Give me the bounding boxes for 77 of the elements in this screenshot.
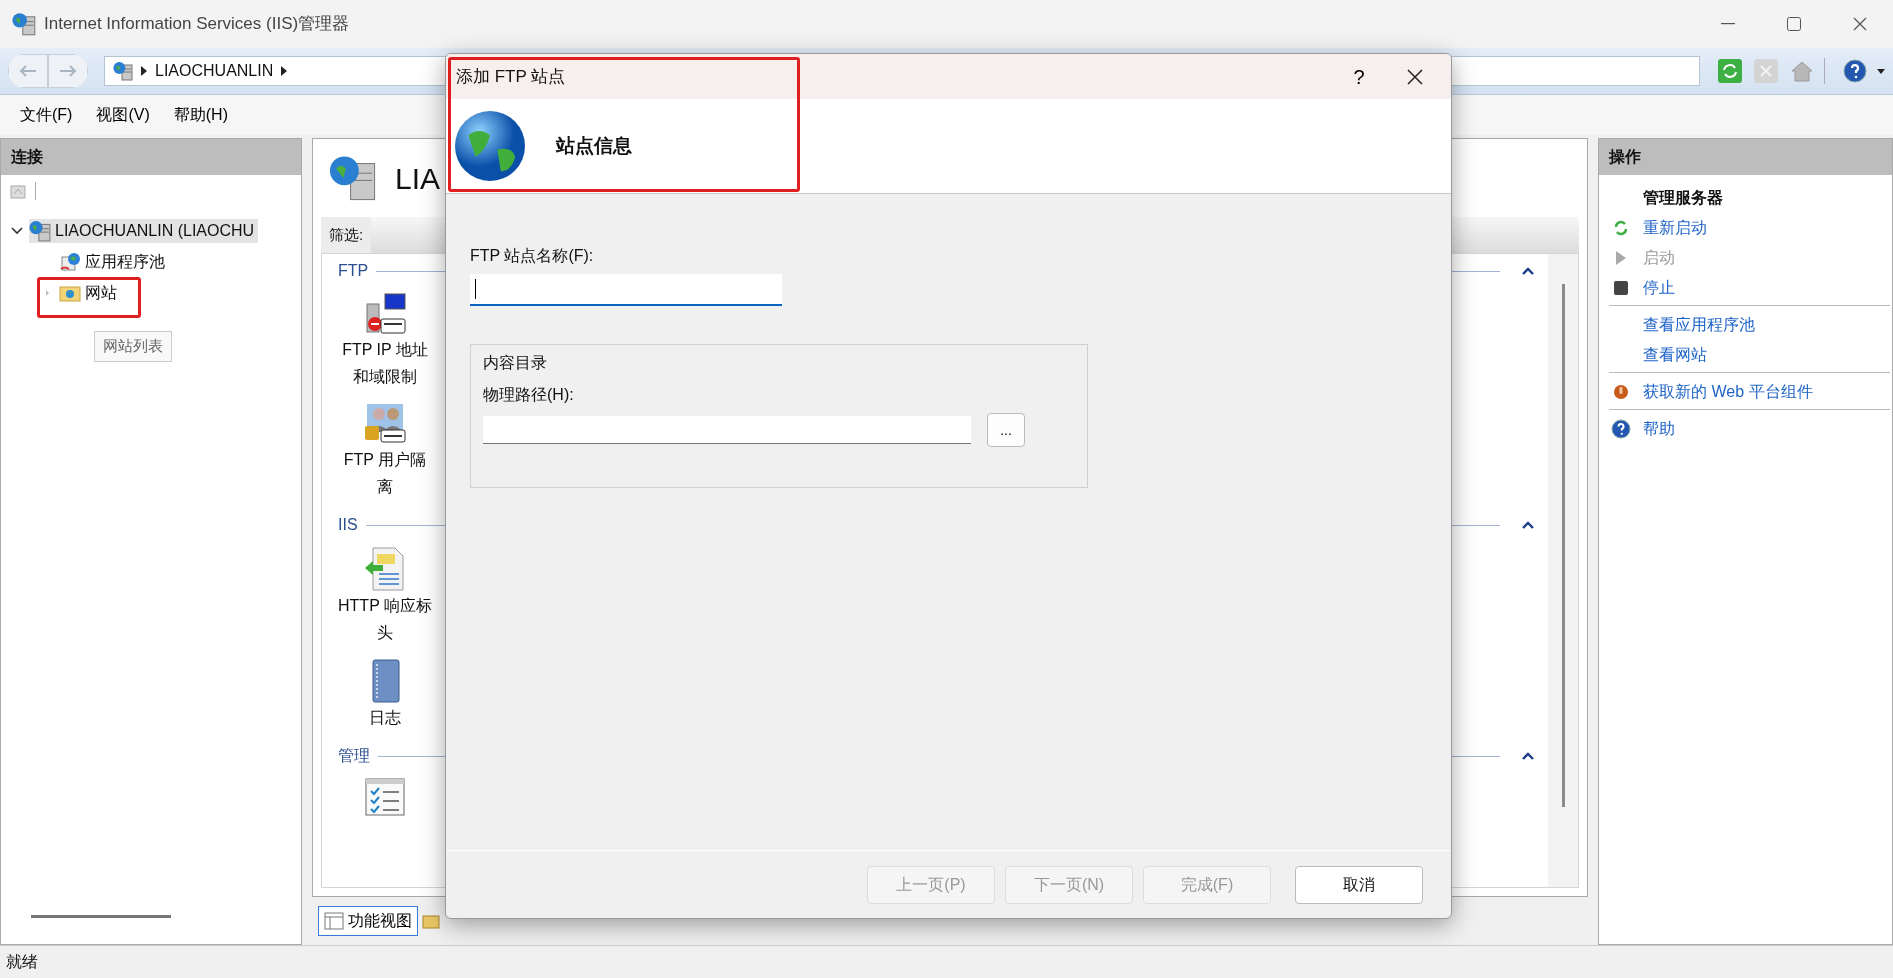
server-icon [29,219,51,242]
server-icon [113,61,133,81]
tree-item[interactable]: 网站 [85,280,117,305]
download-icon [1613,384,1629,400]
arrow-icon [19,64,37,78]
caret-icon [1877,68,1885,74]
group-header: FTP [338,261,369,281]
action-link[interactable]: 获取新的 Web 平台组件 [1643,380,1813,404]
connect-icon[interactable] [9,182,27,200]
maximize-icon [1787,17,1801,31]
group-header: 管理 [338,746,370,766]
ftp-user-icon [363,402,407,446]
input-field[interactable] [483,416,971,444]
tree-item[interactable]: 应用程序池 [85,249,165,274]
help-button[interactable]: ? [1331,54,1387,99]
menu-item[interactable]: 帮助(H) [161,103,240,127]
filter-label: 筛选: [321,217,372,253]
field-label: FTP 站点名称(F): [470,246,595,266]
collapse-icon[interactable] [1522,752,1534,760]
input-field[interactable] [470,274,782,306]
close-icon [1407,68,1423,85]
arrow-icon [59,64,77,78]
feature-item[interactable]: FTP IP 地址和域限制 [337,336,433,390]
help-button[interactable] [1841,57,1869,85]
dialog-heading: 站点信息 [556,133,632,158]
tooltip: 网站列表 [94,331,172,362]
panel-header: 操作 [1599,139,1892,175]
close-icon [1853,17,1867,31]
menu-item[interactable]: 文件(F) [8,103,85,127]
chevron-icon [281,66,288,76]
browse-button[interactable]: ... [987,413,1025,447]
folder-icon [59,283,81,302]
ftp-ip-icon [363,292,407,336]
collapse-icon[interactable] [1522,267,1534,275]
refresh-icon [1718,59,1742,83]
text-caret [475,279,476,299]
feature-item[interactable]: HTTP 响应标头 [337,592,433,646]
checklist-icon [364,777,406,817]
action-link[interactable]: 帮助 [1643,417,1675,441]
help-icon [1843,59,1867,83]
minimize-icon [1721,23,1735,25]
document-icon [363,546,407,592]
expander-icon[interactable] [11,226,23,235]
feature-item[interactable]: FTP 用户隔离 [337,446,433,500]
section-title: 管理服务器 [1643,188,1723,208]
status-text: 就绪 [6,952,38,972]
stop-icon [1754,59,1778,83]
refresh-button[interactable] [1716,57,1744,85]
folder-icon[interactable] [422,912,440,930]
breadcrumb-item[interactable]: LIAOCHUANLIN [155,59,274,83]
collapse-icon[interactable] [1522,521,1534,529]
panel-header: 连接 [1,139,301,175]
action-link[interactable]: 重新启动 [1643,216,1707,240]
action-link[interactable]: 查看应用程序池 [1643,313,1755,337]
view-tab[interactable]: 功能视图 [318,906,418,936]
home-icon [1790,59,1814,83]
refresh-icon [1613,220,1629,236]
app-icon [12,12,36,36]
group-title: 内容目录 [483,353,548,373]
help-icon [1611,419,1631,439]
play-icon [1614,250,1628,266]
action-link[interactable]: 查看网站 [1643,343,1707,367]
page-title: LIA [395,160,441,197]
menu-item[interactable]: 视图(V) [84,103,162,127]
app-pool-icon [59,250,81,273]
feature-item[interactable]: 日志 [337,704,433,731]
field-label: 物理路径(H): [483,385,575,405]
globe-icon [454,110,526,182]
server-icon [329,154,377,202]
group-header: IIS [338,515,358,535]
dialog-title: 添加 FTP 站点 [456,65,567,88]
wizard-button[interactable]: 取消 [1295,865,1423,904]
chevron-icon [141,66,147,76]
action-link[interactable]: 停止 [1643,276,1675,300]
grid-icon [324,912,344,930]
stop-icon [1613,280,1629,296]
window-title: Internet Information Services (IIS)管理器 [44,13,351,36]
